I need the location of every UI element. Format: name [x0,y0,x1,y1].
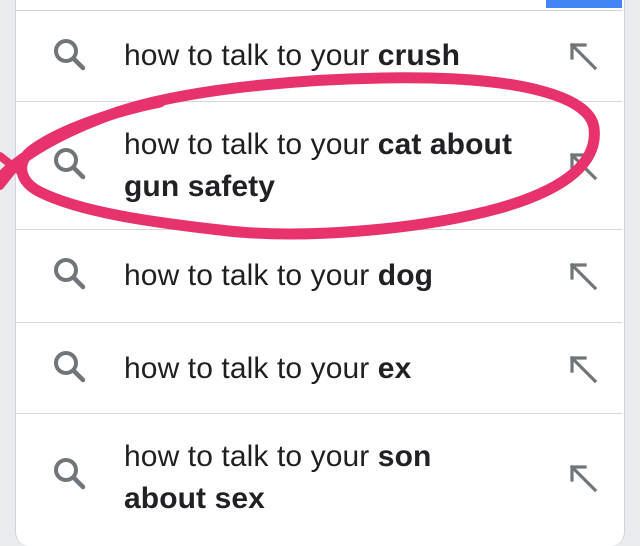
suggestion-row-crush[interactable]: how to talk to your crush [16,11,622,102]
arrow-up-left-icon[interactable] [565,351,601,387]
suggestion-label: how to talk to your son about sex [124,440,432,515]
arrow-up-left-icon[interactable] [565,38,601,74]
search-button-edge[interactable] [546,0,622,8]
autocomplete-dropdown: how to talk to your crush how to talk to… [15,0,625,546]
suggestion-row-ex[interactable]: how to talk to your ex [16,323,622,414]
arrow-up-left-icon[interactable] [565,148,601,184]
search-icon [54,258,86,290]
search-icon [54,458,86,490]
suggestion-label: how to talk to your cat about gun safety [124,128,513,203]
suggestion-row-son-about-sex[interactable]: how to talk to your son about sex [16,414,622,536]
search-bar-edge [16,0,622,11]
suggestion-row-cat-about-gun-safety[interactable]: how to talk to your cat about gun safety [16,102,622,230]
suggestion-label: how to talk to your dog [124,259,434,292]
search-icon [54,351,86,383]
suggestion-label: how to talk to your ex [124,352,412,385]
arrow-up-left-icon[interactable] [565,460,601,496]
search-icon [54,148,86,180]
suggestion-label: how to talk to your crush [124,39,460,72]
suggestion-row-dog[interactable]: how to talk to your dog [16,230,622,323]
search-icon [54,39,86,71]
arrow-up-left-icon[interactable] [565,258,601,294]
